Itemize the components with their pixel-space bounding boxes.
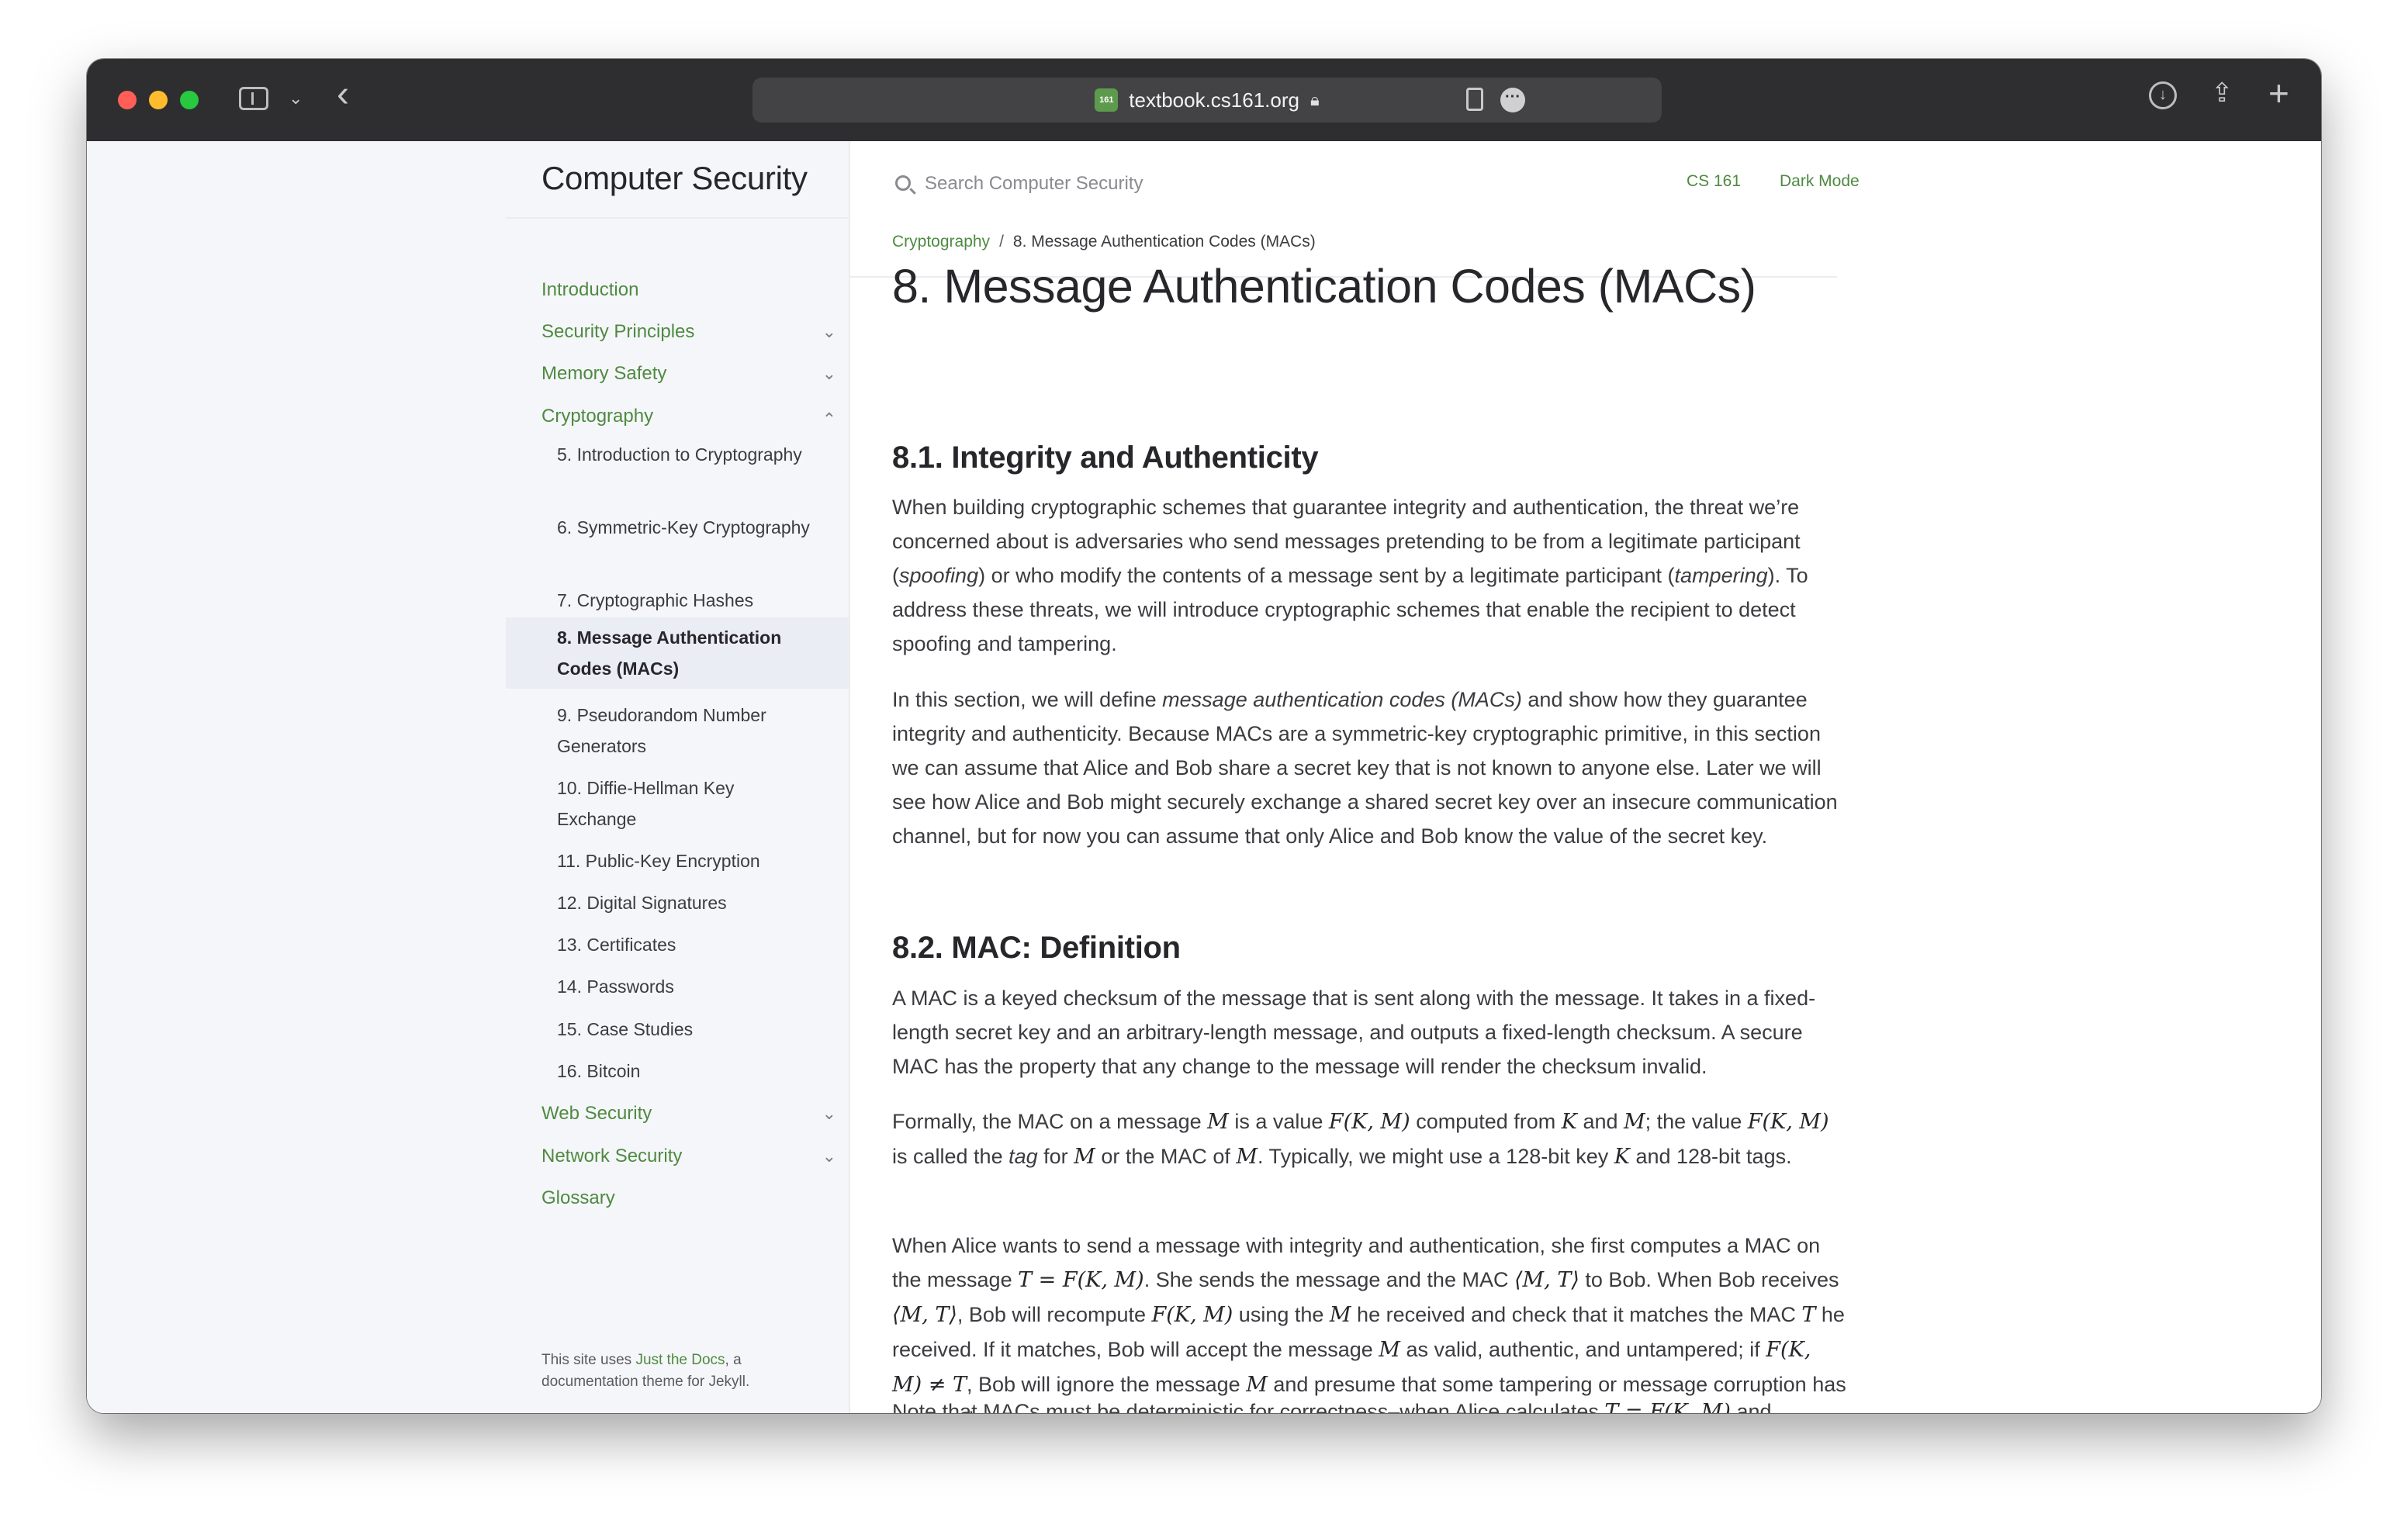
nav-subitem[interactable]: 14. Passwords (506, 971, 849, 1002)
footer-text: This site uses (541, 1352, 636, 1368)
browser-toolbar: ⌄ ‹ 161 textbook.cs161.org 🔒︎ ··· ↓ ⇪ + (87, 59, 2321, 143)
close-window-button[interactable] (118, 91, 137, 109)
nav-subitem[interactable]: 12. Digital Signatures (506, 887, 849, 918)
nav-subitem-label: 12. Digital Signatures (557, 893, 727, 913)
web-page: Computer Security Introduction Security … (87, 141, 2321, 1413)
nav-subitem[interactable]: 10. Diffie-Hellman Key Exchange (506, 772, 849, 835)
breadcrumb-current: 8. Message Authentication Codes (MACs) (1012, 233, 1316, 251)
chevron-down-icon[interactable]: ⌄ (822, 1098, 836, 1129)
nav-subitem[interactable]: 9. Pseudorandom Number Generators (506, 700, 849, 762)
search-input[interactable] (923, 168, 1624, 200)
breadcrumb-separator: / (999, 233, 1004, 251)
nav-subitem-label: 9. Pseudorandom Number Generators (557, 705, 766, 756)
nav-item-label: Cryptography (541, 406, 654, 427)
site-favicon-icon: 161 (1095, 88, 1119, 112)
nav-subitem-label: 6. Symmetric-Key Cryptography (557, 517, 810, 537)
chevron-up-icon[interactable]: ⌃ (822, 404, 836, 435)
nav-subitem-label: 11. Public-Key Encryption (557, 851, 760, 871)
nav-item-cryptography[interactable]: Cryptography ⌃ (506, 401, 849, 432)
nav-subitem-label: 8. Message Authentication Codes (MACs) (557, 627, 782, 679)
nav-item-network-security[interactable]: Network Security ⌄ (506, 1141, 849, 1172)
download-icon[interactable]: ↓ (2149, 81, 2177, 109)
browser-window: ⌄ ‹ 161 textbook.cs161.org 🔒︎ ··· ↓ ⇪ + … (87, 59, 2321, 1413)
back-arrow-icon[interactable]: ‹ (337, 76, 349, 113)
nav-subitem-label: 10. Diffie-Hellman Key Exchange (557, 778, 735, 829)
paragraph: When building cryptographic schemes that… (892, 496, 1808, 655)
chevron-down-icon[interactable]: ⌄ (822, 1141, 836, 1172)
url-text: textbook.cs161.org (1129, 88, 1299, 112)
nav-subitem[interactable]: 6. Symmetric-Key Cryptography (506, 512, 849, 543)
nav-item-label: Introduction (541, 279, 639, 300)
nav-subitem-label: 5. Introduction to Cryptography (557, 444, 802, 465)
more-options-icon[interactable]: ··· (1500, 88, 1525, 112)
nav-item-label: Memory Safety (541, 363, 667, 384)
nav-item-label: Web Security (541, 1103, 652, 1124)
breadcrumb-parent-link[interactable]: Cryptography (892, 233, 990, 251)
paragraph: Note that MACs must be deterministic for… (892, 1400, 1772, 1413)
nav-subitem[interactable]: 15. Case Studies (506, 1014, 849, 1045)
nav-subitem[interactable]: 16. Bitcoin (506, 1056, 849, 1087)
paragraph: Formally, the MAC on a message M is a va… (892, 1110, 1829, 1169)
paragraph: When Alice wants to send a message with … (892, 1234, 1846, 1413)
nav-item-memory-safety[interactable]: Memory Safety ⌄ (506, 358, 849, 389)
sidebar-header-divider (506, 217, 849, 219)
nav-item-glossary[interactable]: Glossary (506, 1183, 849, 1214)
section-heading: 8.1. Integrity and Authenticity (892, 441, 1319, 475)
cs161-link[interactable]: CS 161 (1687, 172, 1741, 191)
paragraph: In this section, we will define message … (892, 688, 1838, 848)
nav-subitem-active[interactable]: 8. Message Authentication Codes (MACs) (506, 617, 849, 689)
nav-subitem[interactable]: 7. Cryptographic Hashes (506, 585, 849, 616)
nav-item-label: Network Security (541, 1146, 683, 1166)
nav-subitem-label: 14. Passwords (557, 976, 674, 997)
sidebar-toggle-icon[interactable] (239, 87, 268, 110)
new-tab-icon[interactable]: + (2268, 73, 2289, 113)
nav-item-label: Glossary (541, 1187, 615, 1208)
maximize-window-button[interactable] (180, 91, 199, 109)
footer-link[interactable]: Just the Docs (635, 1352, 725, 1368)
nav-subitem[interactable]: 5. Introduction to Cryptography (506, 439, 849, 470)
share-icon[interactable]: ⇪ (2211, 78, 2233, 109)
nav-subitem[interactable]: 11. Public-Key Encryption (506, 845, 849, 876)
reader-mode-icon[interactable] (1466, 88, 1483, 111)
sidebar-footer: This site uses Just the Docs, a document… (541, 1350, 836, 1393)
nav-item-introduction[interactable]: Introduction (506, 275, 849, 306)
section-heading: 8.2. MAC: Definition (892, 931, 1181, 965)
dark-mode-link[interactable]: Dark Mode (1780, 172, 1860, 191)
nav-subitem-label: 16. Bitcoin (557, 1061, 641, 1081)
minimize-window-button[interactable] (149, 91, 168, 109)
chevron-down-icon[interactable]: ⌄ (822, 316, 836, 347)
lock-icon: 🔒︎ (1310, 90, 1320, 109)
site-title[interactable]: Computer Security (541, 160, 808, 197)
nav-subitem[interactable]: 13. Certificates (506, 929, 849, 960)
page-title: 8. Message Authentication Codes (MACs) (892, 260, 1756, 313)
nav-subitem-label: 7. Cryptographic Hashes (557, 590, 754, 610)
chevron-down-icon[interactable]: ⌄ (822, 358, 836, 389)
breadcrumb: Cryptography / 8. Message Authentication C… (892, 233, 1316, 251)
sidebar-divider (849, 141, 850, 1413)
chevron-down-icon[interactable]: ⌄ (289, 88, 303, 109)
nav-item-web-security[interactable]: Web Security ⌄ (506, 1098, 849, 1129)
nav-subitem-label: 13. Certificates (557, 935, 676, 955)
nav-subitem-label: 15. Case Studies (557, 1019, 694, 1039)
search-icon (895, 175, 911, 191)
address-bar[interactable]: 161 textbook.cs161.org 🔒︎ ··· (752, 78, 1662, 123)
paragraph: A MAC is a keyed checksum of the message… (892, 987, 1816, 1078)
nav-item-security-principles[interactable]: Security Principles ⌄ (506, 316, 849, 347)
nav-item-label: Security Principles (541, 321, 695, 342)
